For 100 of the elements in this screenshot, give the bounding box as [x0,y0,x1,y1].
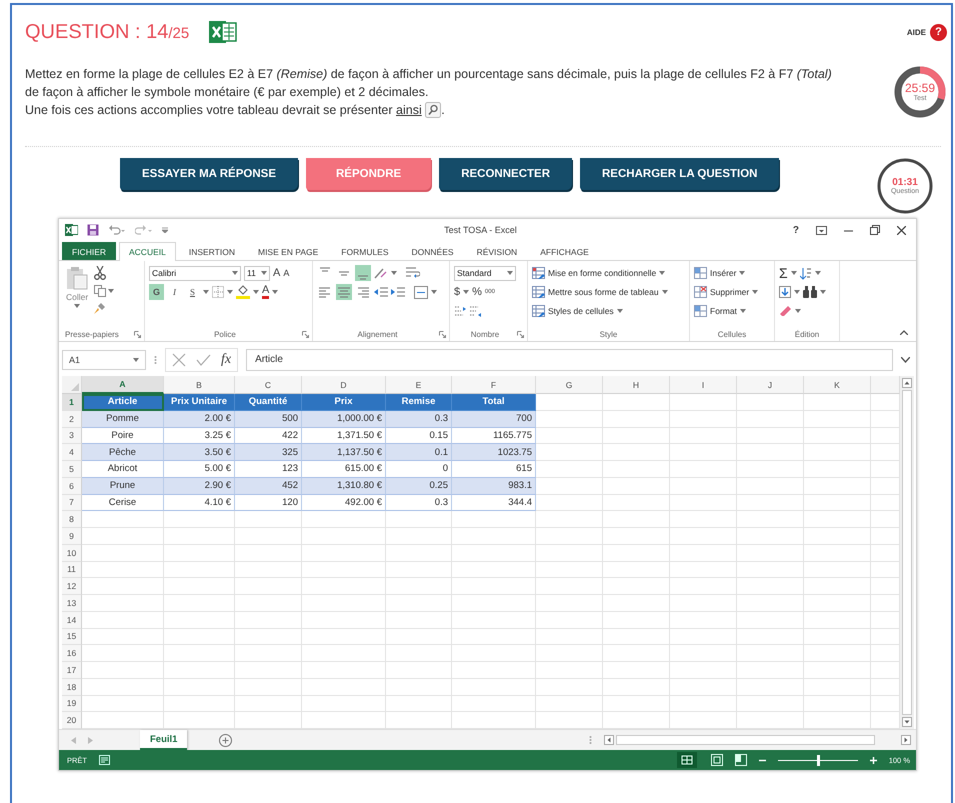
empty-cell[interactable] [737,494,804,512]
empty-cell[interactable] [536,678,603,696]
increase-decimal-icon[interactable] [454,305,466,317]
cells-menu-item[interactable]: Format [710,306,737,316]
empty-cell[interactable] [164,544,235,562]
empty-cell[interactable] [737,662,804,679]
empty-cell[interactable] [804,428,871,444]
empty-cell[interactable] [164,696,235,712]
empty-cell[interactable] [164,645,235,662]
empty-cell[interactable] [302,645,386,662]
page-break-icon[interactable] [734,754,747,766]
formula-field[interactable]: Article [246,348,893,370]
horizontal-scrollbar[interactable] [604,734,911,746]
undo-icon[interactable] [108,224,126,236]
empty-cell[interactable] [386,528,452,545]
empty-cell[interactable] [302,544,386,562]
empty-cell[interactable] [302,578,386,595]
empty-cell[interactable] [670,461,737,478]
row-number[interactable]: 18 [62,678,82,696]
empty-cell[interactable] [235,696,302,712]
binoculars-icon[interactable] [803,286,817,298]
vertical-scrollbar[interactable] [900,376,914,729]
empty-cell[interactable] [536,511,603,528]
zoom-in-icon[interactable] [870,756,877,764]
caret-icon[interactable] [253,290,259,294]
style-menu-item[interactable]: Mise en forme conditionnelle [548,268,656,278]
empty-cell[interactable] [452,628,536,646]
add-sheet-icon[interactable] [219,734,232,746]
column-header[interactable]: A [82,376,164,394]
empty-cell[interactable] [603,444,670,461]
empty-cell[interactable] [603,544,670,562]
empty-cell[interactable] [737,678,804,696]
empty-cell[interactable] [804,595,871,612]
caret-icon[interactable] [74,304,80,308]
empty-cell[interactable] [164,562,235,578]
currency-button[interactable]: $ [454,286,460,298]
customize-menu-icon[interactable] [162,227,168,233]
row-number[interactable]: 1 [62,394,82,411]
row-number[interactable]: 14 [62,612,82,628]
ribbon-tab[interactable]: DONNÉES [402,242,464,260]
row-number[interactable]: 15 [62,628,82,646]
caret-icon[interactable] [431,290,437,294]
empty-cell[interactable] [452,528,536,545]
empty-cell[interactable] [235,578,302,595]
empty-cell[interactable] [536,696,603,712]
caret-icon[interactable] [463,290,470,294]
column-header[interactable]: F [452,376,536,394]
scroll-left-icon[interactable] [604,735,614,745]
empty-cell[interactable] [603,394,670,411]
empty-cell[interactable] [603,478,670,494]
empty-cell[interactable] [603,578,670,595]
empty-cell[interactable] [164,678,235,696]
caret-icon[interactable] [662,290,668,294]
name-box[interactable]: A1 [62,350,146,370]
empty-cell[interactable] [804,511,871,528]
ribbon-tab[interactable]: FICHIER [62,242,116,260]
empty-cell[interactable] [670,428,737,444]
font-name-dropdown[interactable]: Calibri [149,266,241,280]
clipboard-icon[interactable] [66,266,88,290]
increase-indent-icon[interactable] [391,286,405,298]
empty-cell[interactable] [804,645,871,662]
caret-icon[interactable] [391,271,397,275]
dialog-launcher-icon[interactable] [302,330,309,338]
ribbon-tab[interactable]: AFFICHAGE [530,242,599,260]
empty-cell[interactable] [737,595,804,612]
row-number[interactable]: 2 [62,410,82,428]
empty-cell[interactable] [536,595,603,612]
empty-cell[interactable] [164,612,235,628]
empty-cell[interactable] [164,511,235,528]
copy-icon[interactable] [94,285,106,297]
empty-cell[interactable] [804,628,871,646]
page-layout-icon[interactable] [710,754,723,766]
empty-cell[interactable] [536,562,603,578]
table-style-icon[interactable] [532,267,545,279]
empty-cell[interactable] [603,662,670,679]
empty-cell[interactable] [737,428,804,444]
empty-cell[interactable] [386,578,452,595]
close-icon[interactable] [897,226,906,234]
empty-cell[interactable] [603,461,670,478]
eraser-icon[interactable] [779,306,792,316]
row-number[interactable]: 3 [62,428,82,444]
empty-cell[interactable] [536,645,603,662]
cancel-icon[interactable] [172,352,186,366]
caret-icon[interactable] [232,271,238,275]
row-number[interactable]: 12 [62,578,82,595]
help-button[interactable]: ? [792,224,799,236]
empty-cell[interactable] [164,628,235,646]
merge-cells-icon[interactable] [414,286,428,298]
empty-cell[interactable] [737,544,804,562]
column-header[interactable]: I [670,376,737,394]
empty-cell[interactable] [737,645,804,662]
caret-icon[interactable] [272,290,278,294]
empty-cell[interactable] [670,595,737,612]
empty-cell[interactable] [737,628,804,646]
empty-cell[interactable] [737,511,804,528]
empty-cell[interactable] [670,478,737,494]
empty-cell[interactable] [804,678,871,696]
caret-icon[interactable] [659,271,666,275]
expand-icon[interactable] [901,356,910,362]
horizontal-align-icon[interactable] [336,284,352,300]
